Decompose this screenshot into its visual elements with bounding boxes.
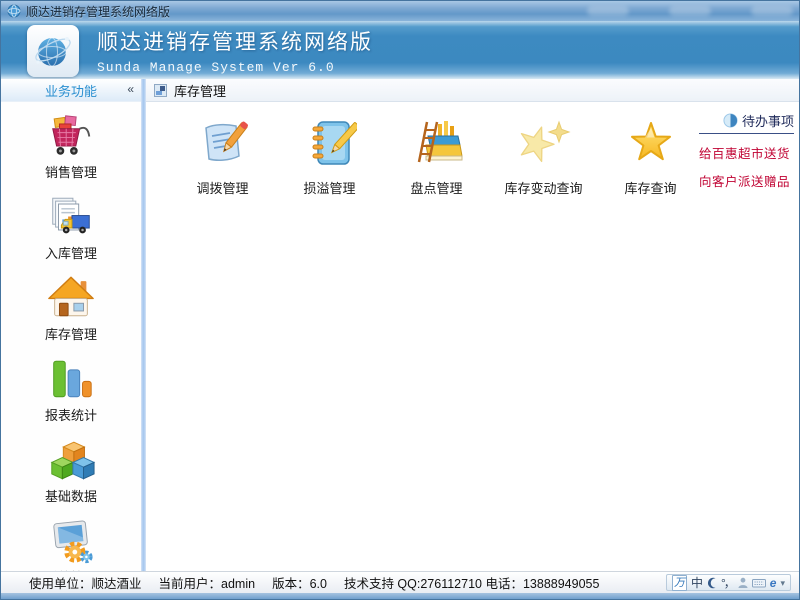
content-area: 调拨管理 <box>146 102 799 571</box>
status-current-user: 当前用户：admin <box>159 573 256 592</box>
moon-icon[interactable] <box>707 577 717 589</box>
window-title: 顺达进销存管理系统网络版 <box>26 3 170 20</box>
titlebar-glass-reflections <box>587 6 793 16</box>
sidebar: 业务功能 « 销售管理 <box>1 79 141 571</box>
header-banner: 顺达进销存管理系统网络版 Sunda Manage System Ver 6.0 <box>1 21 799 79</box>
house-icon <box>46 274 96 321</box>
sidebar-title: 业务功能 <box>45 81 97 100</box>
status-bar: 使用单位：顺达酒业 当前用户：admin 版本：6.0 技术支持 QQ:2761… <box>1 571 799 593</box>
ime-settings-icon[interactable]: e <box>770 576 777 590</box>
ime-logo[interactable]: 万 <box>672 575 687 591</box>
module-label: 调拨管理 <box>196 178 248 197</box>
globe-network-icon <box>31 29 75 73</box>
sidebar-item-label: 报表统计 <box>45 405 97 424</box>
books-ladder-icon <box>410 116 464 170</box>
building-blocks-icon <box>46 436 96 483</box>
main-area: 库存管理 <box>146 79 799 571</box>
status-company: 使用单位：顺达酒业 <box>29 573 142 592</box>
module-transfer[interactable]: 调拨管理 <box>178 116 267 197</box>
ime-punctuation[interactable]: °， <box>721 576 734 590</box>
gold-star-icon <box>624 116 678 170</box>
sidebar-header: 业务功能 « <box>1 79 141 102</box>
header-titles: 顺达进销存管理系统网络版 Sunda Manage System Ver 6.0 <box>97 26 373 75</box>
module-label: 库存查询 <box>624 178 676 197</box>
pale-stars-icon <box>517 116 571 170</box>
status-support: 技术支持 QQ:276112710 电话：13888949055 <box>344 573 599 592</box>
shopping-cart-icon <box>46 112 96 159</box>
todo-item-delivery[interactable]: 给百惠超市送货 <box>699 143 794 162</box>
sidebar-item-label: 基础数据 <box>45 486 97 505</box>
module-label: 盘点管理 <box>410 178 462 197</box>
titlebar[interactable]: 顺达进销存管理系统网络版 <box>1 1 799 21</box>
module-label: 损溢管理 <box>303 178 355 197</box>
todo-header: 待办事项 <box>699 111 794 134</box>
module-stocktake[interactable]: 盘点管理 <box>392 116 481 197</box>
ime-toolbar: 万 中 °， e ▾ <box>666 574 791 591</box>
sidebar-item-inventory[interactable]: 库存管理 <box>1 269 141 350</box>
app-logo <box>27 25 79 77</box>
sidebar-item-sales[interactable]: 销售管理 <box>1 107 141 188</box>
bar-chart-icon <box>46 355 96 402</box>
module-stock-query[interactable]: 库存查询 <box>606 116 695 197</box>
tab-bar: 库存管理 <box>146 79 799 102</box>
todo-panel: 待办事项 给百惠超市送货 向客户派送赠品 <box>699 111 794 190</box>
sidebar-item-label: 入库管理 <box>45 243 97 262</box>
todo-title: 待办事项 <box>742 111 794 130</box>
sidebar-collapse-button[interactable]: « <box>127 82 133 96</box>
monitor-gear-icon <box>46 517 96 564</box>
app-subtitle: Sunda Manage System Ver 6.0 <box>97 60 373 75</box>
chevron-down-icon[interactable]: ▾ <box>780 576 785 590</box>
sidebar-item-reports[interactable]: 报表统计 <box>1 350 141 431</box>
sidebar-item-label: 销售管理 <box>45 162 97 181</box>
notebook-pencil-icon <box>303 116 357 170</box>
document-pencil-icon <box>196 116 250 170</box>
app-globe-small-icon <box>7 4 21 18</box>
person-icon[interactable] <box>738 577 748 589</box>
sphere-icon <box>723 113 738 128</box>
todo-item-gifts[interactable]: 向客户派送赠品 <box>699 171 794 190</box>
module-stock-change-query[interactable]: 库存变动查询 <box>499 116 588 197</box>
sidebar-item-inbound[interactable]: 入库管理 <box>1 188 141 269</box>
tab-inventory-management[interactable]: 库存管理 <box>174 81 226 100</box>
app-window: 顺达进销存管理系统网络版 顺达进销存管理系统网络版 <box>0 0 800 600</box>
module-loss-overflow[interactable]: 损溢管理 <box>285 116 374 197</box>
status-version: 版本：6.0 <box>272 573 327 592</box>
app-title: 顺达进销存管理系统网络版 <box>97 26 373 56</box>
window-tile-icon <box>154 84 167 97</box>
sidebar-item-label: 库存管理 <box>45 324 97 343</box>
keyboard-icon[interactable] <box>752 577 766 589</box>
sidebar-items: 销售管理 入 <box>1 102 141 593</box>
sidebar-item-basedata[interactable]: 基础数据 <box>1 431 141 512</box>
window-bottom-frame <box>1 593 799 599</box>
ime-lang-mode[interactable]: 中 <box>691 576 703 590</box>
module-label: 库存变动查询 <box>504 178 582 197</box>
documents-truck-icon <box>46 193 96 240</box>
